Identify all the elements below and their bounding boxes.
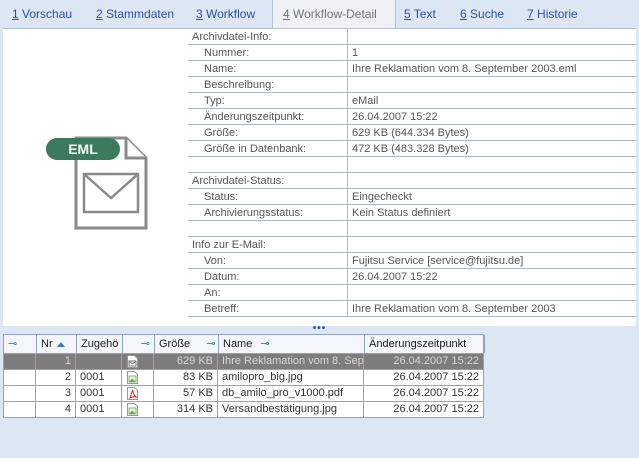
- eml-badge-label: EML: [68, 141, 98, 157]
- tab-historie[interactable]: 7 Historie: [527, 0, 578, 28]
- splitter-handle[interactable]: •••: [3, 324, 636, 334]
- key-icon: ⊸: [260, 338, 270, 350]
- header-nr[interactable]: Nr: [37, 335, 77, 353]
- header-name[interactable]: Name ⊸: [219, 335, 365, 353]
- file-preview: EML: [6, 34, 182, 327]
- tab-workflow[interactable]: 3 Workflow: [196, 0, 255, 28]
- prop-datum[interactable]: Datum: 26.04.2007 15:22: [188, 269, 636, 285]
- section-archivdatei-info: Archivdatei-Info:: [188, 29, 636, 45]
- prop-groesse[interactable]: Größe: 629 KB (644.334 Bytes): [188, 125, 636, 141]
- sort-ascending-icon: [56, 341, 65, 347]
- prop-von[interactable]: Von: Fujitsu Service [service@fujitsu.de]: [188, 253, 636, 269]
- prop-betreff[interactable]: Betreff: Ihre Reklamation vom 8. Septembe…: [188, 301, 636, 317]
- key-icon: ⊸: [206, 338, 216, 350]
- tab-vorschau[interactable]: 1 Vorschau: [12, 0, 72, 28]
- section-archivdatei-status: Archivdatei-Status:: [188, 173, 636, 189]
- table-row[interactable]: 1 629 KB Ihre Reklamation vom 8. Septemb…: [3, 354, 484, 370]
- header-zugehoerig[interactable]: Zugehö: [77, 335, 123, 353]
- header-groesse[interactable]: Größe ⊸: [155, 335, 219, 353]
- spacer-row: [188, 221, 636, 237]
- prop-typ[interactable]: Typ: eMail: [188, 93, 636, 109]
- prop-aenderungszeitpunkt[interactable]: Änderungszeitpunkt: 26.04.2007 15:22: [188, 109, 636, 125]
- tab-workflow-detail[interactable]: 4 Workflow-Detail: [272, 0, 396, 28]
- tab-suche[interactable]: 6 Suche: [460, 0, 504, 28]
- header-key-column[interactable]: ⊸: [4, 335, 37, 353]
- prop-nummer[interactable]: Nummer: 1: [188, 45, 636, 61]
- tab-stammdaten[interactable]: 2 Stammdaten: [96, 0, 174, 28]
- table-row[interactable]: 4 0001 314 KB Versandbestätigung.jpg 26.…: [3, 402, 484, 418]
- email-file-icon: [127, 355, 138, 368]
- eml-file-icon: EML: [46, 136, 148, 230]
- key-icon: ⊸: [8, 338, 18, 350]
- spacer-row: [188, 157, 636, 173]
- grid-header: ⊸ Nr Zugehö ⊸ Größe ⊸ Name ⊸ Änderungszeit…: [3, 334, 485, 354]
- table-row[interactable]: 3 0001 57 KB db_amilo_pro_v1000.pdf 26.0…: [3, 386, 484, 402]
- prop-groesse-datenbank[interactable]: Größe in Datenbank: 472 KB (483.328 Bytes…: [188, 141, 636, 157]
- key-icon: ⊸: [140, 338, 150, 350]
- image-file-icon: [127, 403, 138, 416]
- tab-text[interactable]: 5 Text: [404, 0, 436, 28]
- prop-an[interactable]: An:: [188, 285, 636, 301]
- property-grid: Archivdatei-Info: Nummer: 1 Name: Ihre Rek…: [188, 29, 636, 317]
- prop-beschreibung[interactable]: Beschreibung:: [188, 77, 636, 93]
- pdf-file-icon: [127, 387, 138, 400]
- prop-name[interactable]: Name: Ihre Reklamation vom 8. September 2…: [188, 61, 636, 77]
- image-file-icon: [127, 371, 138, 384]
- prop-status[interactable]: Status: Eingecheckt: [188, 189, 636, 205]
- header-aenderungszeitpunkt[interactable]: Änderungszeitpunkt: [365, 335, 485, 353]
- prop-archivierungsstatus[interactable]: Archivierungsstatus: Kein Status definier…: [188, 205, 636, 221]
- header-icon-column[interactable]: ⊸: [123, 335, 155, 353]
- section-info-email: Info zur E-Mail:: [188, 237, 636, 253]
- file-grid: ⊸ Nr Zugehö ⊸ Größe ⊸ Name ⊸ Änderungszeit…: [3, 334, 485, 418]
- tab-bar: 1 Vorschau 2 Stammdaten 3 Workflow 4 Wor…: [0, 0, 639, 28]
- detail-panel: EML Archivdatei-Info: Nummer: 1 Name: Ihre…: [3, 28, 636, 327]
- table-row[interactable]: 2 0001 83 KB amilopro_big.jpg 26.04.2007…: [3, 370, 484, 386]
